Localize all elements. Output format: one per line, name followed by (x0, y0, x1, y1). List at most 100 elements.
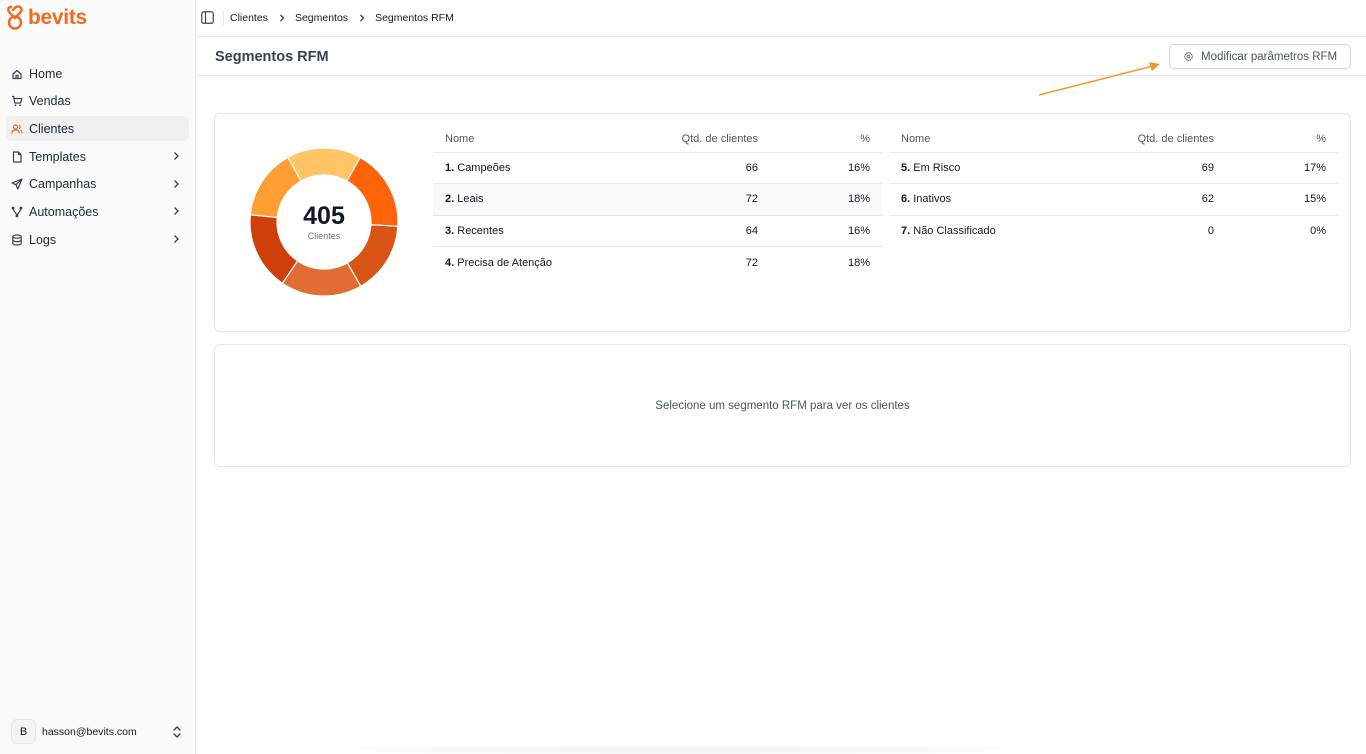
modify-rfm-params-label: Modificar parâmetros RFM (1201, 50, 1338, 63)
donut-slice-6[interactable] (249, 156, 302, 219)
column-header-pct: % (1226, 126, 1338, 153)
modify-rfm-params-button[interactable]: Modificar parâmetros RFM (1169, 44, 1351, 69)
segment-count: 64 (623, 215, 770, 247)
top-bar: Clientes Segmentos Segmentos RFM (196, 0, 1366, 37)
segment-name-cell: 2. Leais (433, 183, 624, 216)
page-title: Segmentos RFM (215, 49, 329, 65)
segment-pct: 0% (1310, 225, 1326, 237)
gear-icon (1183, 51, 1194, 62)
breadcrumb: Clientes Segmentos Segmentos RFM (230, 12, 454, 24)
column-header-name: Nome (889, 126, 1072, 153)
breadcrumb-clientes[interactable]: Clientes (230, 12, 268, 24)
rfm-donut-chart[interactable] (249, 147, 399, 297)
segment-pct: 17% (1226, 152, 1338, 184)
donut-slice-2[interactable] (346, 156, 399, 227)
chevron-right-icon (174, 207, 179, 216)
segment-name-cell: 5. Em Risco (889, 152, 1072, 184)
chevron-right-icon (360, 14, 365, 22)
segment-row[interactable]: 1. Campeões 66 16% (433, 152, 882, 184)
file-icon (11, 150, 23, 163)
database-icon (11, 234, 23, 246)
sidebar-item-automacoes[interactable]: Automações (6, 199, 189, 224)
segment-row[interactable]: 3. Recentes 64 16% (433, 215, 882, 247)
segment-row[interactable]: 7. Não Classificado 0 0% (889, 215, 1338, 247)
segment-pct: 18% (770, 183, 882, 216)
sidebar-item-label: Clientes (29, 121, 75, 136)
sidebar-item-templates[interactable]: Templates (6, 144, 189, 169)
bevits-logo-icon (7, 5, 23, 30)
column-header-name: Nome (433, 126, 624, 153)
segments-table-left: Nome Qtd. de clientes % 1. Campeões 66 16%… (433, 126, 882, 278)
chevron-right-icon (279, 14, 285, 22)
sidebar-toggle-icon[interactable] (201, 11, 214, 24)
column-header-count: Qtd. de clientes (623, 126, 770, 153)
user-menu[interactable]: B hasson@bevits.com (11, 719, 187, 744)
sidebar-item-label: Home (29, 66, 63, 81)
segment-number: 6. (901, 193, 911, 206)
segment-name-cell: 6. Inativos (889, 183, 1072, 216)
sidebar-item-label: Automações (29, 204, 99, 219)
workflow-icon (11, 206, 23, 218)
segment-number: 5. (901, 161, 911, 174)
sidebar-item-label: Templates (29, 149, 86, 164)
segment-row[interactable]: 5. Em Risco 69 17% (889, 152, 1338, 184)
clients-list-panel: Selecione um segmento RFM para ver os cl… (214, 344, 1351, 467)
segment-name-cell: 3. Recentes (433, 215, 624, 247)
breadcrumb-current: Segmentos RFM (375, 12, 454, 24)
segment-name: Não Classificado (913, 225, 996, 237)
segment-pct: 15% (1226, 183, 1338, 216)
sidebar-item-campanhas[interactable]: Campanhas (6, 172, 189, 197)
segment-number: 4. (445, 256, 455, 269)
segment-row[interactable]: 2. Leais 72 18% (433, 183, 882, 216)
segment-count: 0 (1207, 225, 1214, 237)
segment-name-cell: 7. Não Classificado (889, 215, 1072, 247)
sidebar-item-label: Campanhas (29, 177, 97, 192)
brand-logo[interactable]: bevits (6, 4, 87, 32)
brand-name: bevits (28, 6, 87, 29)
segment-name: Recentes (457, 224, 504, 237)
segment-row[interactable]: 6. Inativos 62 15% (889, 183, 1338, 216)
column-header-count: Qtd. de clientes (1071, 126, 1226, 153)
segment-name: Campeões (457, 161, 511, 174)
segment-number: 1. (445, 161, 455, 174)
home-icon (11, 68, 23, 80)
empty-state-message: Selecione um segmento RFM para ver os cl… (655, 399, 910, 412)
rfm-summary-card: 405 Clientes Nome Qtd. de clientes % 1. … (214, 113, 1351, 332)
send-icon (11, 178, 23, 190)
sidebar: bevits Home Vendas Clientes Templates Campan… (0, 0, 196, 754)
sidebar-item-logs[interactable]: Logs (6, 227, 189, 252)
segment-name: Em Risco (913, 161, 961, 174)
segments-table-right: Nome Qtd. de clientes % 5. Em Risco 69 17%… (889, 126, 1338, 247)
segment-number: 2. (445, 193, 455, 206)
page-header: Segmentos RFM Modificar parâmetros RFM (196, 38, 1366, 76)
chevron-right-icon (174, 152, 179, 161)
breadcrumb-segmentos[interactable]: Segmentos (295, 12, 348, 24)
segment-pct: 16% (770, 215, 882, 247)
cart-icon (11, 95, 23, 107)
segment-pct: 18% (847, 256, 870, 269)
segment-name-cell: 4. Precisa de Atenção (433, 247, 624, 279)
bottom-shadow (360, 746, 1000, 754)
segment-count: 62 (1071, 183, 1226, 216)
chevrons-up-down-icon[interactable] (172, 726, 182, 738)
avatar: B (11, 719, 36, 744)
segment-count: 72 (745, 256, 758, 269)
chevron-right-icon (174, 179, 179, 188)
segment-name: Precisa de Atenção (457, 256, 553, 269)
chevron-right-icon (174, 235, 179, 244)
sidebar-item-home[interactable]: Home (6, 61, 189, 86)
segment-row[interactable]: 4. Precisa de Atenção 72 18% (433, 247, 882, 279)
segment-number: 3. (445, 224, 455, 237)
sidebar-item-clientes[interactable]: Clientes (6, 116, 189, 142)
segment-count: 69 (1071, 152, 1226, 184)
sidebar-item-label: Logs (29, 232, 57, 247)
segment-count: 66 (623, 152, 770, 184)
user-email: hasson@bevits.com (42, 725, 137, 738)
users-icon (11, 123, 23, 135)
segment-name-cell: 1. Campeões (433, 152, 624, 184)
segment-name: Leais (457, 193, 484, 206)
sidebar-item-vendas[interactable]: Vendas (6, 89, 189, 114)
sidebar-nav: Home Vendas Clientes Templates Campanhas Auto… (6, 61, 189, 255)
segment-number: 7. (901, 225, 911, 237)
column-header-pct: % (770, 126, 882, 153)
